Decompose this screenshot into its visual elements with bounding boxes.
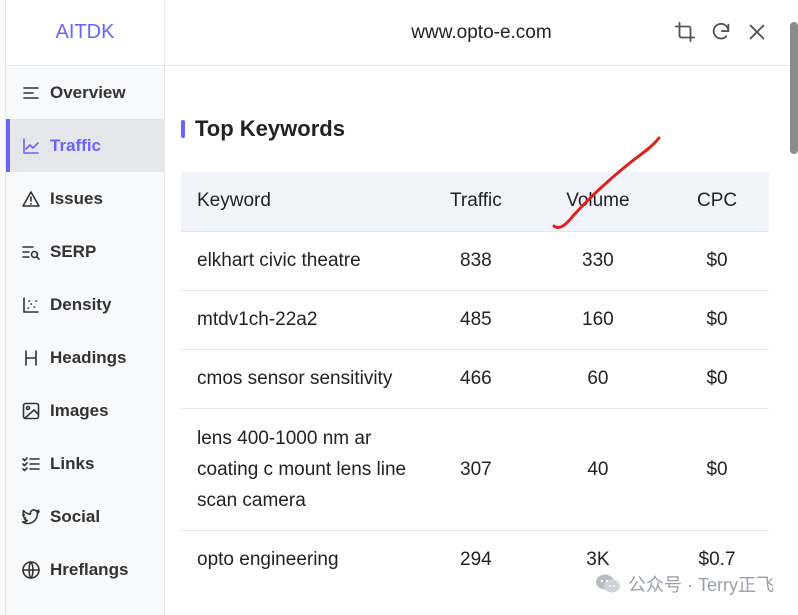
keyword-cell: mtdv1ch-22a2 [181, 289, 421, 349]
watermark: 公众号 · Terry正飞 [594, 571, 774, 597]
column-header-traffic[interactable]: Traffic [421, 172, 531, 231]
crop-icon[interactable] [674, 21, 696, 43]
sidebar-item-label: Images [50, 400, 109, 420]
header-actions [674, 21, 768, 43]
column-header-volume[interactable]: Volume [531, 172, 665, 231]
sidebar-item-overview[interactable]: Overview [6, 66, 164, 119]
traffic-cell: 294 [421, 529, 531, 589]
sidebar-item-headings[interactable]: Headings [6, 331, 164, 384]
sidebar-item-label: Social [50, 506, 101, 526]
sidebar-item-label: Links [50, 453, 95, 473]
twitter-bird-icon [21, 508, 40, 524]
cpc-cell: $0 [665, 407, 769, 530]
watermark-text: 公众号 · Terry正飞 [628, 575, 774, 595]
sidebar: AITDK Overview Traffic Issues SERP Densi… [6, 0, 165, 615]
aitdk-panel: AITDK Overview Traffic Issues SERP Densi… [6, 0, 798, 615]
image-icon [22, 402, 40, 419]
keyword-cell: opto engineering [181, 529, 421, 589]
sidebar-item-label: SERP [50, 241, 97, 261]
volume-cell: 160 [530, 289, 666, 349]
brand-logo: AITDK [6, 0, 164, 66]
serp-search-icon [22, 245, 40, 260]
traffic-cell: 485 [421, 289, 531, 349]
cpc-cell: $0 [665, 230, 769, 290]
sidebar-item-serp[interactable]: SERP [6, 225, 164, 278]
traffic-chart-icon [23, 137, 39, 154]
column-header-keyword[interactable]: Keyword [181, 172, 421, 231]
volume-cell: 60 [530, 348, 666, 408]
volume-cell: 40 [530, 407, 666, 530]
globe-icon [22, 560, 40, 579]
traffic-cell: 307 [421, 407, 531, 530]
list-links-icon [22, 456, 40, 471]
sidebar-item-label: Issues [50, 188, 103, 208]
cpc-cell: $0 [665, 289, 769, 349]
site-domain: www.opto-e.com [411, 21, 552, 43]
keyword-cell: cmos sensor sensitivity [181, 348, 421, 408]
sidebar-nav: Overview Traffic Issues SERP Density Hea… [6, 66, 164, 596]
sidebar-item-links[interactable]: Links [6, 437, 164, 490]
section-title: Top Keywords [181, 116, 345, 142]
keyword-cell: elkhart civic theatre [181, 230, 421, 290]
table-header-row: Keyword Traffic Volume CPC [181, 172, 769, 231]
table-row: cmos sensor sensitivity 466 60 $0 [181, 348, 769, 408]
heading-h-icon [25, 349, 37, 366]
volume-cell: 330 [530, 230, 666, 290]
keyword-cell: lens 400-1000 nm ar coating c mount lens… [181, 407, 421, 530]
main-content: Top Keywords Keyword Traffic Volume CPC … [165, 66, 798, 615]
sidebar-item-label: Traffic [50, 135, 102, 155]
header: www.opto-e.com [165, 0, 798, 66]
overview-icon [23, 86, 39, 99]
sidebar-item-images[interactable]: Images [6, 384, 164, 437]
keywords-table: Keyword Traffic Volume CPC elkhart civic… [181, 172, 769, 589]
column-header-cpc[interactable]: CPC [665, 172, 769, 231]
sidebar-item-label: Density [50, 294, 112, 314]
traffic-cell: 466 [421, 348, 531, 408]
table-row: mtdv1ch-22a2 485 160 $0 [181, 289, 769, 349]
sidebar-item-label: Overview [50, 82, 126, 102]
refresh-icon[interactable] [710, 21, 732, 43]
table-row: elkhart civic theatre 838 330 $0 [181, 230, 769, 290]
table-row: lens 400-1000 nm ar coating c mount lens… [181, 407, 769, 530]
traffic-cell: 838 [421, 230, 531, 290]
sidebar-item-issues[interactable]: Issues [6, 172, 164, 225]
sidebar-item-density[interactable]: Density [6, 278, 164, 331]
close-icon[interactable] [746, 21, 768, 43]
density-scatter-icon [23, 296, 39, 313]
cpc-cell: $0 [665, 348, 769, 408]
sidebar-item-social[interactable]: Social [6, 490, 164, 543]
sidebar-item-hreflangs[interactable]: Hreflangs [6, 543, 164, 596]
sidebar-item-traffic[interactable]: Traffic [6, 119, 164, 172]
sidebar-item-label: Headings [50, 347, 127, 367]
wechat-icon [596, 574, 620, 593]
warning-icon [22, 190, 40, 207]
sidebar-item-label: Hreflangs [50, 559, 129, 579]
